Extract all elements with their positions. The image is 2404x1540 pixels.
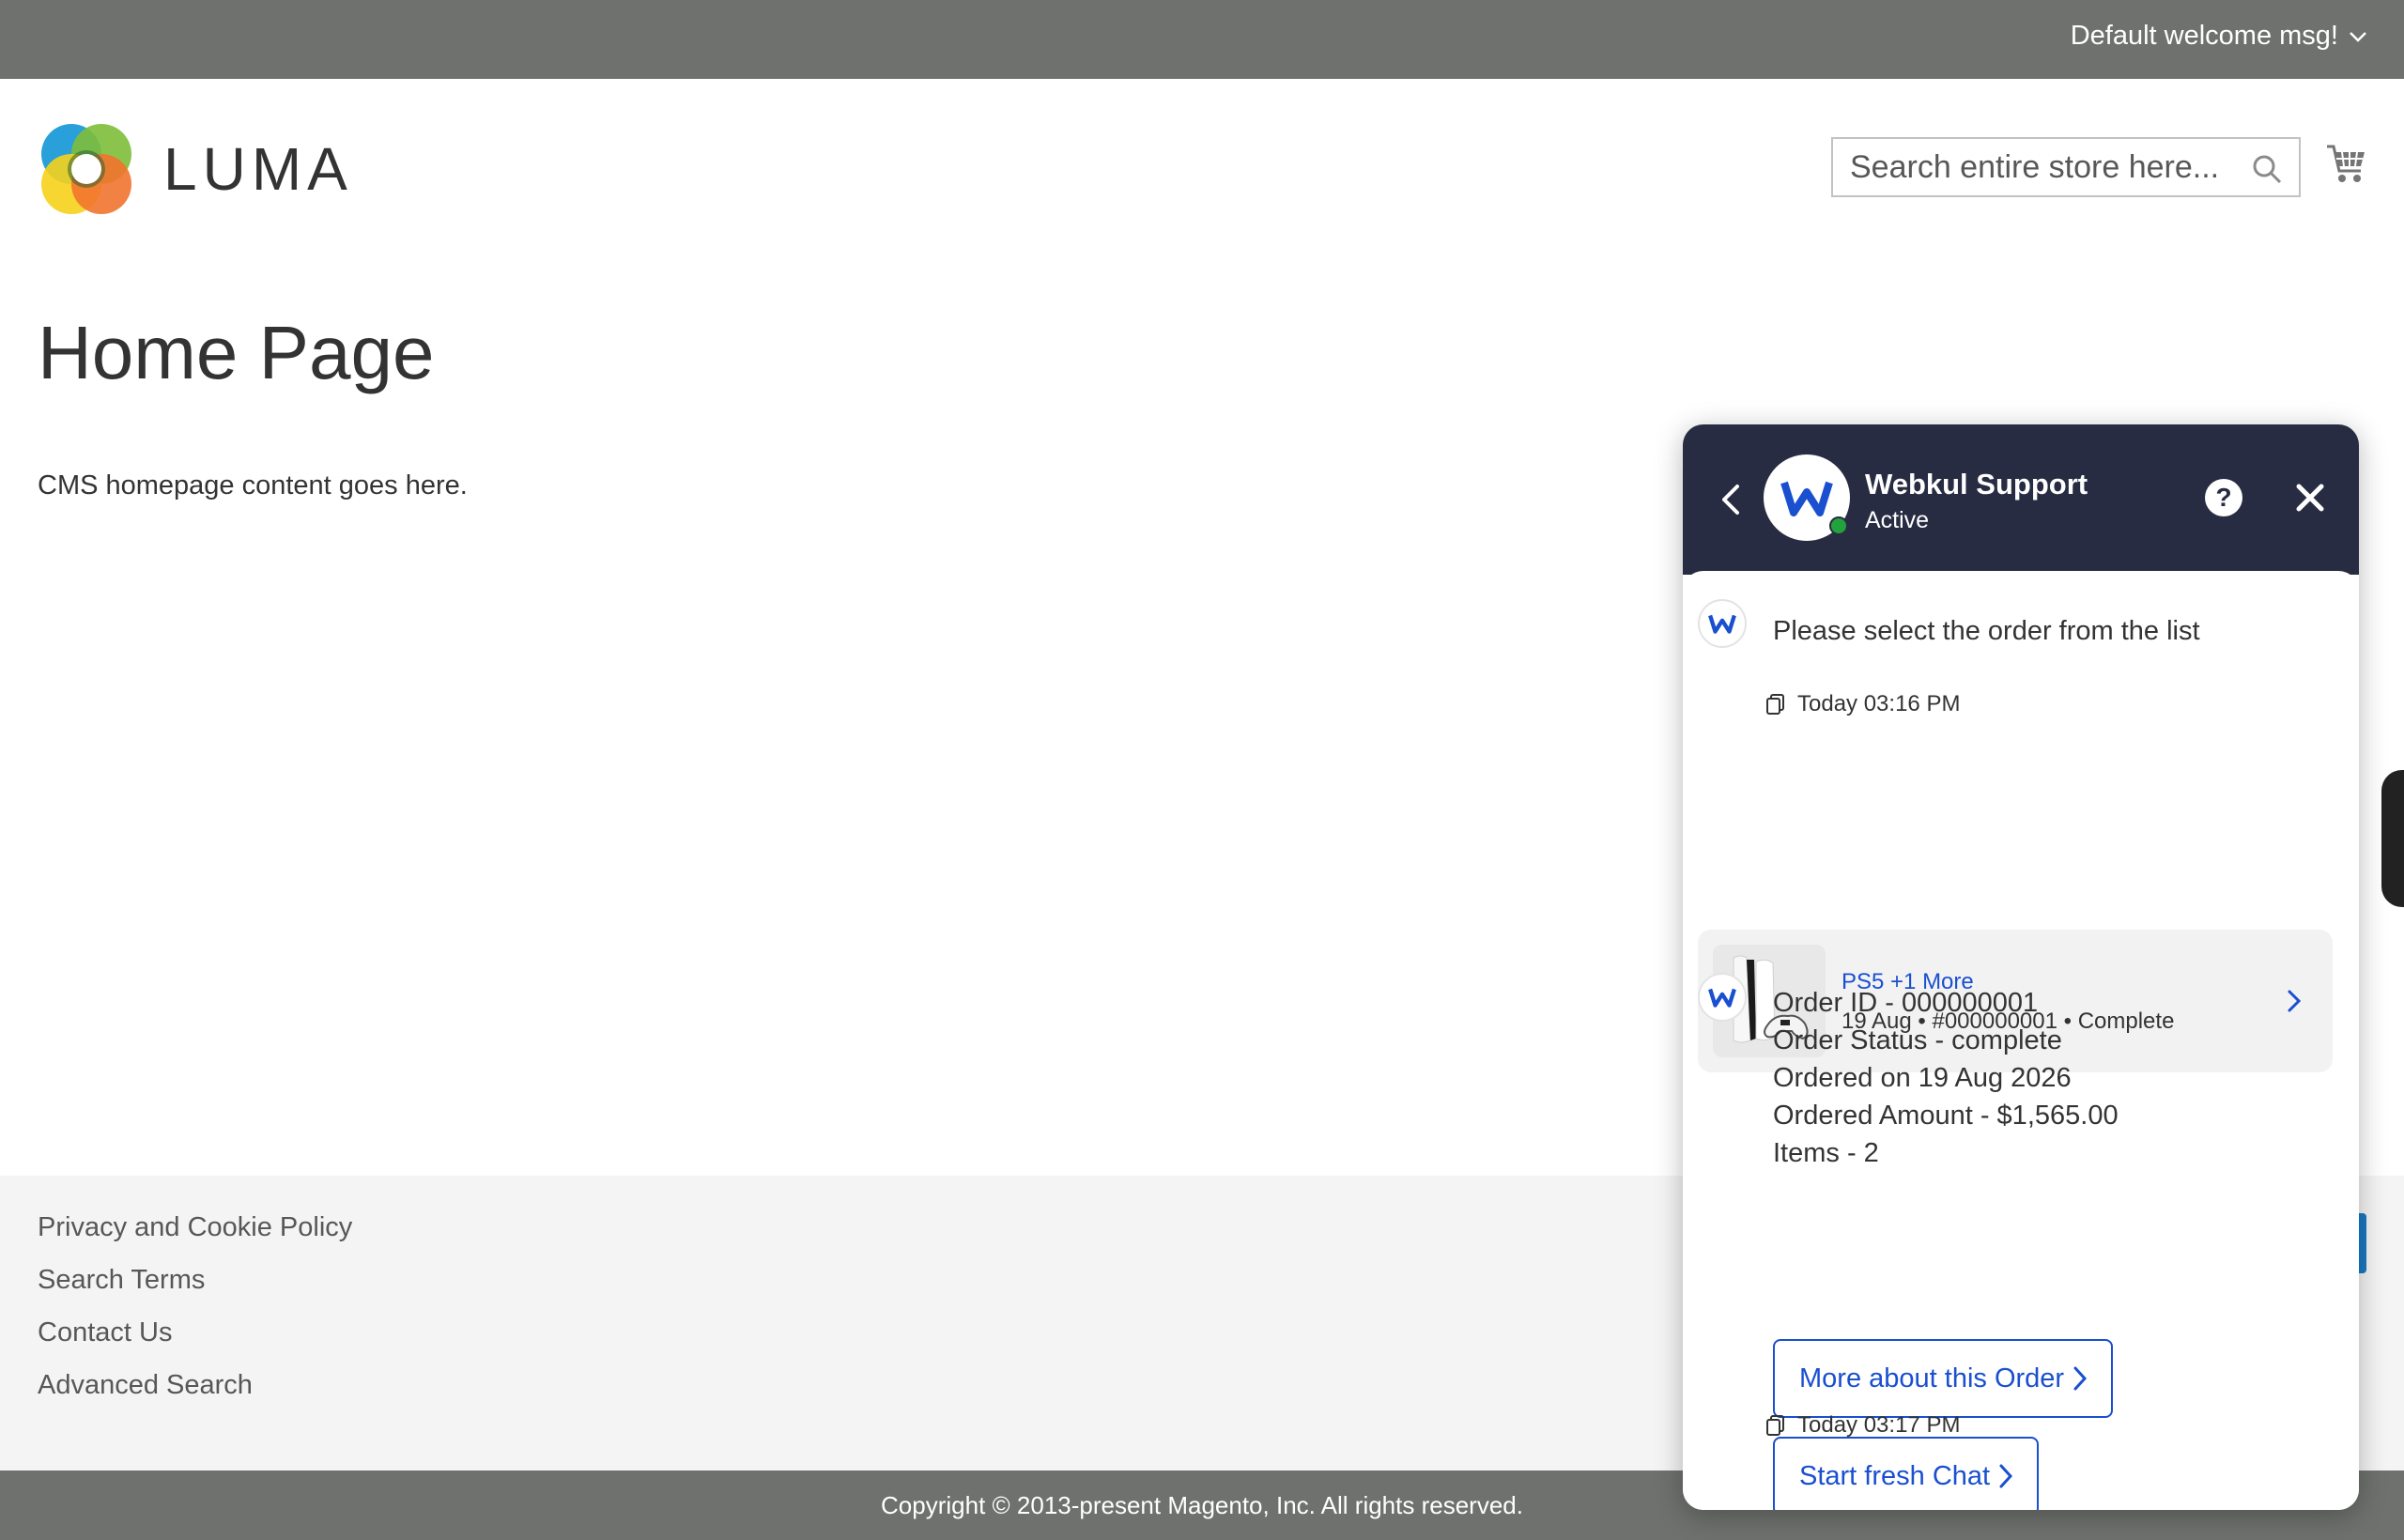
side-feedback-tab[interactable] — [2381, 770, 2404, 907]
items-count: Items - 2 — [1773, 1138, 1879, 1168]
cms-content: CMS homepage content goes here. — [38, 470, 468, 500]
bot-avatar — [1698, 973, 1747, 1022]
bot-avatar — [1698, 599, 1747, 648]
chat-header: Webkul Support Active ? — [1683, 424, 2359, 575]
page-title: Home Page — [38, 311, 435, 394]
luma-logo-icon — [41, 124, 131, 214]
order-status: Order Status - complete — [1773, 1025, 2062, 1055]
start-fresh-chat-button[interactable]: Start fresh Chat — [1773, 1437, 2040, 1510]
footer-links: Privacy and Cookie Policy Search Terms C… — [38, 1213, 352, 1399]
copy-icon[interactable] — [1765, 693, 1786, 716]
bot-message: Please select the order from the list — [1773, 616, 2200, 646]
chevron-right-icon — [2288, 990, 2302, 1012]
more-about-order-label: More about this Order — [1799, 1363, 2065, 1394]
ordered-on: Ordered on 19 Aug 2026 — [1773, 1063, 2072, 1093]
ordered-amount: Ordered Amount - $1,565.00 — [1773, 1101, 2119, 1131]
start-fresh-chat-label: Start fresh Chat — [1799, 1460, 1991, 1491]
footer-link-privacy[interactable]: Privacy and Cookie Policy — [38, 1213, 352, 1241]
chevron-right-icon — [2073, 1366, 2088, 1391]
webkul-logo-icon — [1708, 614, 1736, 634]
top-bar: Default welcome msg! — [0, 0, 2404, 79]
search-input[interactable] — [1833, 139, 2299, 195]
welcome-dropdown[interactable]: Default welcome msg! — [2071, 21, 2368, 52]
webkul-logo-icon — [1708, 988, 1736, 1008]
close-icon[interactable] — [2291, 479, 2329, 516]
footer-link-search-terms[interactable]: Search Terms — [38, 1266, 352, 1294]
chevron-right-icon — [1999, 1464, 2013, 1488]
copy-icon[interactable] — [1765, 1414, 1786, 1437]
order-details: Order ID - 000000001 Order Status - comp… — [1773, 984, 2119, 1172]
footer-link-contact[interactable]: Contact Us — [38, 1318, 352, 1347]
more-about-order-button[interactable]: More about this Order — [1773, 1339, 2114, 1418]
webkul-logo-icon — [1780, 481, 1833, 516]
message-timestamp: Today 03:16 PM — [1765, 691, 1960, 717]
search-icon[interactable] — [2252, 154, 2282, 184]
timestamp-text: Today 03:17 PM — [1797, 1412, 1961, 1438]
chevron-down-icon — [2350, 31, 2366, 42]
agent-status: Active — [1865, 507, 1930, 533]
welcome-message: Default welcome msg! — [2070, 21, 2338, 51]
help-icon[interactable]: ? — [2205, 479, 2242, 516]
cart-icon[interactable] — [2325, 141, 2366, 186]
agent-name: Webkul Support — [1865, 468, 2088, 500]
logo-text: LUMA — [163, 135, 353, 203]
order-id: Order ID - 000000001 — [1773, 988, 2039, 1018]
timestamp-text: Today 03:16 PM — [1797, 691, 1961, 716]
chat-body: Please select the order from the list To… — [1683, 571, 2359, 1510]
store-logo[interactable]: LUMA — [38, 120, 353, 218]
search-box — [1831, 137, 2301, 197]
message-timestamp: Today 03:17 PM — [1765, 1412, 1960, 1439]
online-status-dot — [1829, 516, 1848, 535]
back-arrow-icon[interactable] — [1715, 481, 1747, 518]
footer-link-advanced-search[interactable]: Advanced Search — [38, 1371, 352, 1399]
chat-widget: Webkul Support Active ? Please select th… — [1683, 424, 2359, 1510]
